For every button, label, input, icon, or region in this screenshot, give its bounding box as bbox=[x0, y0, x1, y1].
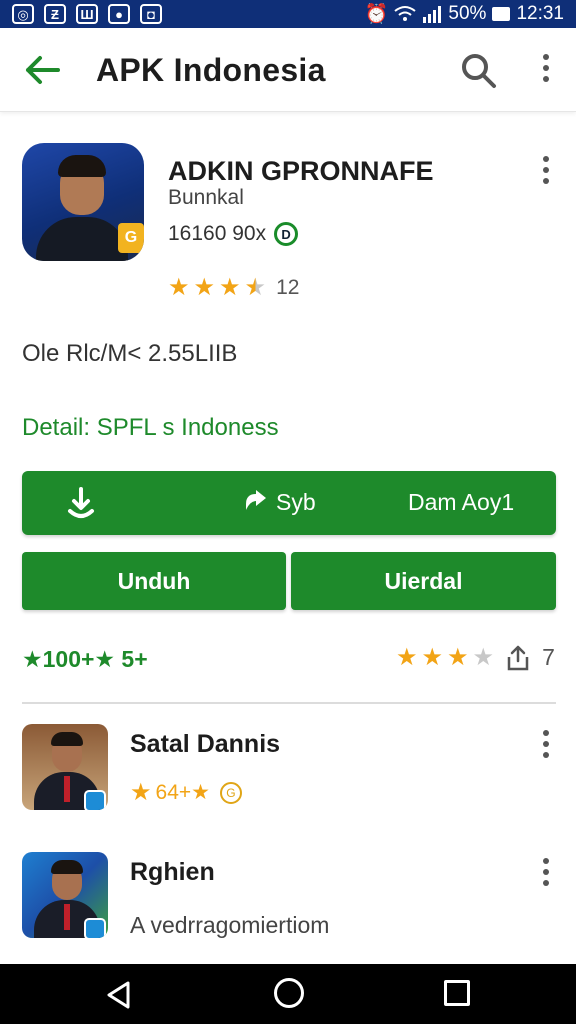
list-item-more-icon[interactable] bbox=[534, 858, 558, 892]
notification-icon-4: ● bbox=[108, 4, 130, 24]
notification-icon-3: Ш bbox=[76, 4, 98, 24]
thumbnail-badge-icon bbox=[84, 918, 106, 938]
star-icon: ★ bbox=[396, 643, 418, 671]
star-icon: ★ bbox=[168, 274, 190, 301]
list-item-title[interactable]: Satal Dannis bbox=[130, 730, 280, 759]
divider bbox=[22, 702, 556, 704]
notification-icon-1: ◎ bbox=[12, 4, 34, 24]
nav-recents-icon[interactable] bbox=[444, 980, 470, 1006]
list-item-rating-text: 64+★ bbox=[155, 781, 210, 804]
thumbnail-badge-icon bbox=[84, 790, 106, 810]
star-icon: ★ bbox=[447, 643, 469, 671]
battery-icon bbox=[492, 7, 511, 21]
app-more-options-icon[interactable] bbox=[534, 156, 558, 190]
stats-left: ★100+★ 5+ bbox=[22, 646, 148, 672]
alarm-icon: ⏰ bbox=[364, 4, 389, 25]
stats-count: 7 bbox=[542, 644, 555, 670]
rating-count: 12 bbox=[276, 276, 300, 299]
star-icon: ★ bbox=[219, 274, 241, 301]
nav-home-icon[interactable] bbox=[274, 978, 304, 1008]
list-item-title[interactable]: Rghien bbox=[130, 858, 215, 887]
action-bar[interactable]: Syb Dam Aoy1 bbox=[22, 471, 556, 535]
app-size: 16160 90x bbox=[168, 222, 267, 245]
app-name: ADKIN GPRONNAFE bbox=[168, 156, 434, 186]
app-icon[interactable]: G bbox=[22, 143, 144, 261]
star-icon: ★ bbox=[193, 274, 216, 301]
clock: 12:31 bbox=[516, 3, 564, 24]
app-size-row: 16160 90x D bbox=[168, 222, 299, 246]
download-icon[interactable] bbox=[66, 485, 96, 521]
share-outline-icon[interactable] bbox=[506, 645, 530, 671]
wifi-icon bbox=[394, 6, 417, 21]
empty-star-icon: ★ bbox=[472, 643, 495, 671]
details-link[interactable]: Detail: SPFL s Indoness bbox=[22, 414, 279, 442]
list-item-subtitle: A vedrragomiertiom bbox=[130, 912, 330, 938]
notification-icon-2: Ƶ bbox=[44, 4, 66, 24]
battery-percent: 50% bbox=[448, 3, 487, 24]
page-title: APK Indonesia bbox=[96, 52, 326, 88]
list-item-thumbnail[interactable] bbox=[22, 724, 108, 810]
app-developer[interactable]: Bunnkal bbox=[168, 186, 244, 210]
action-bar-segment-2[interactable]: Syb bbox=[242, 489, 316, 516]
list-item-thumbnail[interactable] bbox=[22, 852, 108, 938]
app-meta-line: Ole Rlc/M< 2.55LIIB bbox=[22, 340, 238, 367]
nav-back-icon[interactable] bbox=[104, 980, 134, 1010]
status-bar: ◎ Ƶ Ш ● ◘ ⏰ 50% 12:31 bbox=[0, 0, 576, 28]
star-icon: ★ bbox=[421, 643, 444, 671]
search-icon[interactable] bbox=[460, 52, 498, 90]
notification-icon-5: ◘ bbox=[140, 4, 162, 24]
list-item-rating: ★ 64+★ G bbox=[130, 780, 242, 805]
action-bar-segment-2-label: Syb bbox=[276, 489, 316, 515]
download-button[interactable]: Unduh bbox=[22, 552, 286, 610]
half-star-icon: ★ bbox=[244, 274, 267, 301]
coin-icon: G bbox=[219, 781, 242, 804]
share-icon bbox=[246, 489, 266, 510]
signal-icon bbox=[423, 6, 442, 23]
list-item-more-icon[interactable] bbox=[534, 730, 558, 764]
app-bar: APK Indonesia bbox=[0, 28, 576, 112]
more-options-icon[interactable] bbox=[534, 54, 558, 88]
content-rating-badge: D bbox=[274, 222, 299, 246]
back-arrow-icon[interactable] bbox=[22, 52, 62, 88]
action-bar-segment-3-label[interactable]: Dam Aoy1 bbox=[408, 489, 514, 516]
app-icon-badge: G bbox=[118, 223, 144, 253]
status-bar-left: ◎ Ƶ Ш ● ◘ bbox=[12, 4, 162, 24]
app-rating: ★ ★ ★ ★ 12 bbox=[168, 276, 299, 300]
stats-rating: ★ ★ ★ ★ 7 bbox=[396, 644, 555, 671]
status-bar-right: ⏰ 50% 12:31 bbox=[365, 2, 564, 26]
system-nav-bar bbox=[0, 964, 576, 1024]
star-icon: ★ bbox=[130, 778, 152, 806]
secondary-button[interactable]: Uierdal bbox=[291, 552, 556, 610]
